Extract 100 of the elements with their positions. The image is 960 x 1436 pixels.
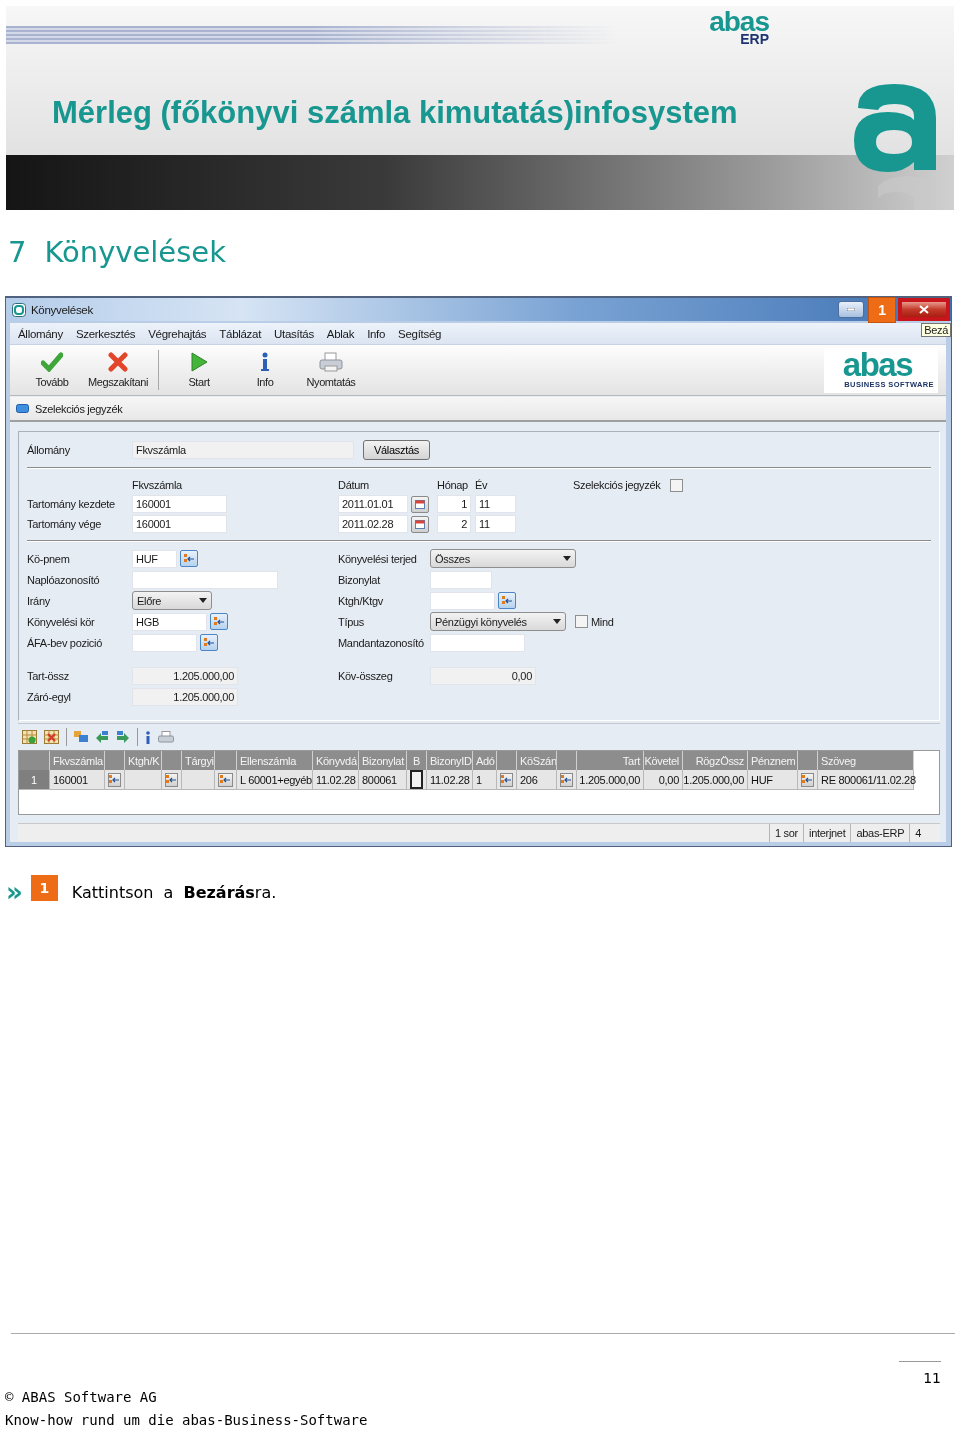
arrow-right-icon[interactable] [116, 731, 130, 743]
lookup-icon [213, 617, 225, 626]
printer-icon [319, 352, 343, 372]
field-label: Záró-egyl [27, 690, 72, 703]
text-field[interactable] [430, 570, 492, 589]
status-item: interjnet [803, 824, 851, 842]
column-header: KöSzán [517, 751, 557, 770]
lookup-icon [802, 775, 813, 784]
info-icon[interactable] [145, 730, 151, 744]
dropdown[interactable]: Pénzügyi könyvelés [430, 612, 566, 631]
menu-item[interactable]: Végrehajtás [148, 327, 207, 340]
date-field[interactable]: 2011.02.28 [338, 515, 408, 533]
toolbar-button[interactable]: Start [167, 348, 231, 392]
arrow-left-icon[interactable] [95, 731, 109, 743]
status-item: abas-ERP [850, 824, 910, 842]
text-field[interactable] [430, 633, 525, 652]
minimize-button[interactable] [838, 301, 864, 318]
text-field[interactable]: 160001 [132, 515, 227, 533]
calendar-button[interactable] [411, 495, 429, 513]
instruction-text: Kattintson a Bezárásra. [71, 882, 277, 902]
field-label: Tartomány vége [27, 518, 103, 530]
window-title: Könyvelések [31, 303, 93, 316]
toolbar-button[interactable]: Tovább [20, 348, 84, 392]
column-header [798, 751, 818, 770]
column-header: Ktgh/K [125, 751, 162, 770]
calendar-button[interactable] [411, 515, 429, 533]
close-button[interactable] [900, 300, 948, 319]
printer-icon[interactable] [158, 730, 174, 744]
field-label: Kö-pnem [27, 552, 71, 565]
caret-icon [553, 619, 561, 624]
footer-tagline: Know-how rund um die abas-Business-Software [5, 1411, 369, 1430]
column-header [557, 751, 577, 770]
lookup-icon [501, 775, 512, 784]
toolbar-button[interactable]: Info [233, 348, 297, 392]
add-row-icon[interactable] [22, 730, 37, 744]
text-field[interactable]: HGB [132, 612, 207, 631]
column-header: Szöveg [818, 751, 914, 770]
status-item: 4 [909, 824, 926, 842]
text-field[interactable]: 2 [437, 515, 471, 533]
checkmark-icon [41, 352, 63, 372]
menu-item[interactable]: Ablak [326, 327, 355, 340]
menu-item[interactable]: Állomány [18, 327, 63, 340]
text-field[interactable]: 1 [437, 495, 471, 513]
toolbar-button[interactable]: Megszakítani [86, 348, 150, 392]
text-field[interactable]: 11 [475, 515, 516, 533]
dropdown[interactable]: Előre [132, 591, 212, 610]
amount-field[interactable]: 1.205.000,00 [132, 666, 238, 685]
text-field[interactable] [132, 570, 278, 589]
field-label: Bizonylat [338, 573, 382, 586]
text-field[interactable]: 160001 [132, 495, 227, 513]
select-button[interactable]: Választás [363, 440, 430, 460]
menu-item[interactable]: Szerkesztés [75, 327, 136, 340]
text-field[interactable]: Fkvszámla [132, 441, 354, 459]
menu-item[interactable]: Táblázat [219, 327, 262, 340]
amount-field[interactable]: 0,00 [430, 666, 536, 685]
lookup-icon [220, 775, 231, 784]
field-label: Naplóazonosító [27, 573, 101, 586]
bullet-marker: » [6, 879, 23, 905]
lookup-button[interactable] [498, 592, 516, 609]
text-field[interactable] [430, 591, 495, 610]
field-label: Tartomány kezdete [27, 498, 116, 510]
lookup-button[interactable] [210, 613, 228, 630]
text-field[interactable]: HUF [132, 549, 177, 568]
row-number: 1 [19, 770, 50, 790]
checkbox-label: Szelekciós jegyzék [573, 479, 661, 491]
delete-row-icon[interactable] [44, 730, 59, 744]
field-label: ÁFA-bev pozició [27, 636, 103, 649]
dropdown[interactable]: Összes [430, 549, 576, 568]
text-field[interactable] [132, 633, 197, 652]
date-field[interactable]: 2011.01.01 [338, 495, 408, 513]
banner-title: Mérleg (főkönyvi számla kimutatás)infosystem [52, 95, 739, 131]
field-label: Ktgh/Ktgv [338, 594, 384, 607]
caret-icon [563, 556, 571, 561]
menu-item[interactable]: Info [367, 327, 386, 340]
play-icon [190, 352, 208, 372]
amount-field[interactable]: 1.205.000,00 [132, 687, 238, 706]
logo-suffix: ERP [740, 32, 769, 46]
menu-item[interactable]: Utasítás [274, 327, 314, 340]
column-header: RögzÖssz [683, 751, 748, 770]
column-header: Könyvdá [313, 751, 359, 770]
lookup-button[interactable] [200, 634, 218, 651]
field-label: Irány [27, 594, 51, 607]
checkbox[interactable] [575, 615, 588, 628]
table-cell: 160001 [50, 770, 105, 790]
column-header: Tárgyi [182, 751, 215, 770]
column-header: Követel [644, 751, 683, 770]
text-field[interactable]: 11 [475, 495, 516, 513]
lookup-button[interactable] [180, 550, 198, 567]
toolbar-button[interactable]: Nyomtatás [299, 348, 363, 392]
column-header [497, 751, 517, 770]
close-icon [919, 305, 929, 314]
copy-icon[interactable] [74, 731, 88, 743]
checkbox[interactable] [669, 478, 683, 492]
column-header: Adó [473, 751, 497, 770]
table-cell: 1 [473, 770, 497, 790]
menu-item[interactable]: Segítség [398, 327, 442, 340]
column-label: Hónap [437, 479, 469, 491]
column-header [105, 751, 125, 770]
table-cell: 800061 [359, 770, 407, 790]
cross-icon [108, 352, 128, 372]
